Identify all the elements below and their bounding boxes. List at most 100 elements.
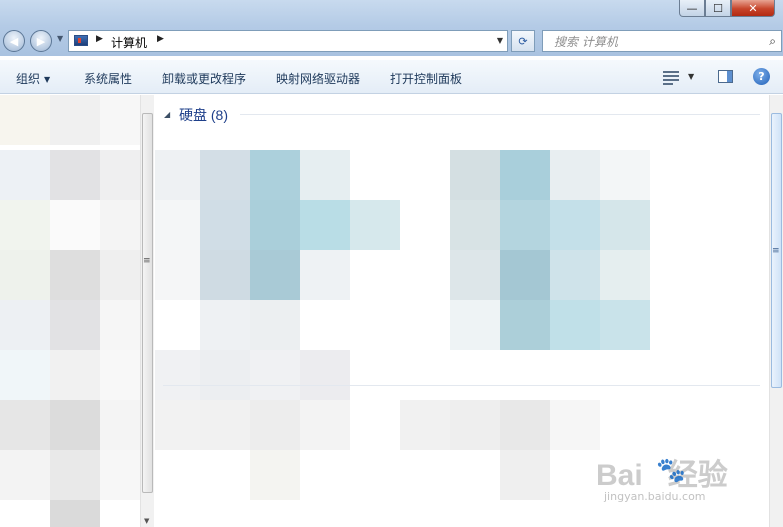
drive-item-blurred[interactable] bbox=[200, 200, 250, 250]
search-box[interactable]: ⌕ bbox=[542, 30, 782, 52]
device-item-blurred[interactable] bbox=[250, 450, 300, 500]
device-item-blurred[interactable] bbox=[500, 450, 550, 500]
device-item-blurred[interactable] bbox=[300, 400, 350, 450]
drive-item-blurred[interactable] bbox=[550, 150, 600, 200]
nav-item-blurred[interactable] bbox=[0, 95, 50, 145]
device-item-blurred[interactable] bbox=[400, 400, 450, 450]
address-bar[interactable]: ▶ 计算机 ▶ ▼ bbox=[68, 30, 508, 52]
drive-item-blurred[interactable] bbox=[500, 300, 550, 350]
search-input[interactable] bbox=[552, 32, 756, 52]
drive-item-blurred[interactable] bbox=[200, 150, 250, 200]
drive-item-blurred[interactable] bbox=[300, 200, 350, 250]
nav-scrollbar-thumb[interactable] bbox=[142, 113, 153, 493]
nav-item-blurred[interactable] bbox=[100, 400, 140, 450]
preview-pane-icon[interactable] bbox=[718, 70, 733, 83]
drive-item-blurred[interactable] bbox=[200, 250, 250, 300]
change-view-icon[interactable] bbox=[663, 70, 679, 85]
nav-item-blurred[interactable] bbox=[50, 250, 100, 300]
nav-item-blurred[interactable] bbox=[0, 350, 50, 400]
device-item-blurred[interactable] bbox=[200, 400, 250, 450]
nav-item-blurred[interactable] bbox=[0, 250, 50, 300]
nav-item-blurred[interactable] bbox=[100, 95, 140, 145]
minimize-button[interactable]: — bbox=[679, 0, 705, 17]
scroll-grip-icon: ≡ bbox=[143, 256, 151, 266]
nav-item-blurred[interactable] bbox=[100, 250, 140, 300]
nav-item-blurred[interactable] bbox=[50, 400, 100, 450]
drive-item-blurred[interactable] bbox=[155, 350, 205, 400]
drive-item-blurred[interactable] bbox=[200, 350, 250, 400]
view-options-dropdown-icon[interactable]: ▼ bbox=[688, 72, 694, 81]
breadcrumb-arrow-icon[interactable]: ▶ bbox=[96, 34, 103, 44]
nav-item-blurred[interactable] bbox=[50, 200, 100, 250]
group-header-hard-disks[interactable]: 硬盘 (8) bbox=[179, 105, 228, 125]
drive-item-blurred[interactable] bbox=[600, 200, 650, 250]
drive-item-blurred[interactable] bbox=[250, 300, 300, 350]
open-control-panel-button[interactable]: 打开控制面板 bbox=[390, 70, 462, 87]
drive-item-blurred[interactable] bbox=[500, 250, 550, 300]
drive-item-blurred[interactable] bbox=[155, 250, 205, 300]
scroll-down-arrow-icon[interactable]: ▼ bbox=[144, 517, 149, 525]
drive-item-blurred[interactable] bbox=[155, 150, 205, 200]
collapse-group-icon[interactable]: ◢ bbox=[164, 110, 170, 119]
nav-item-blurred[interactable] bbox=[100, 200, 140, 250]
drive-item-blurred[interactable] bbox=[250, 150, 300, 200]
device-item-blurred[interactable] bbox=[450, 400, 500, 450]
drive-item-blurred[interactable] bbox=[250, 250, 300, 300]
drive-item-blurred[interactable] bbox=[600, 150, 650, 200]
nav-item-blurred[interactable] bbox=[100, 300, 140, 350]
recent-pages-dropdown-icon[interactable]: ▼ bbox=[57, 34, 63, 43]
drive-item-blurred[interactable] bbox=[500, 200, 550, 250]
help-icon[interactable]: ? bbox=[753, 68, 770, 85]
nav-item-blurred[interactable] bbox=[0, 200, 50, 250]
drive-item-blurred[interactable] bbox=[600, 250, 650, 300]
drive-item-blurred[interactable] bbox=[450, 150, 500, 200]
drive-item-blurred[interactable] bbox=[550, 250, 600, 300]
forward-button[interactable]: ▶ bbox=[30, 30, 52, 52]
nav-item-blurred[interactable] bbox=[0, 150, 50, 200]
drive-item-blurred[interactable] bbox=[300, 150, 350, 200]
device-item-blurred[interactable] bbox=[155, 400, 205, 450]
back-button[interactable]: ◀ bbox=[3, 30, 25, 52]
breadcrumb-computer[interactable]: 计算机 bbox=[111, 34, 147, 51]
drive-item-blurred[interactable] bbox=[600, 300, 650, 350]
drive-item-blurred[interactable] bbox=[155, 200, 205, 250]
search-icon[interactable]: ⌕ bbox=[769, 34, 776, 49]
address-history-dropdown-icon[interactable]: ▼ bbox=[497, 36, 503, 45]
breadcrumb-arrow-icon[interactable]: ▶ bbox=[157, 34, 164, 44]
close-button[interactable]: ✕ bbox=[731, 0, 775, 17]
nav-item-blurred[interactable] bbox=[0, 300, 50, 350]
nav-item-blurred[interactable] bbox=[0, 400, 50, 450]
device-item-blurred[interactable] bbox=[550, 400, 600, 450]
nav-item-blurred[interactable] bbox=[100, 350, 140, 400]
drive-item-blurred[interactable] bbox=[550, 200, 600, 250]
refresh-button[interactable]: ⟳ bbox=[511, 30, 535, 52]
nav-item-blurred[interactable] bbox=[0, 450, 50, 500]
drive-item-blurred[interactable] bbox=[450, 250, 500, 300]
system-properties-button[interactable]: 系统属性 bbox=[84, 70, 132, 87]
nav-item-blurred[interactable] bbox=[100, 150, 140, 200]
drive-item-blurred[interactable] bbox=[350, 200, 400, 250]
nav-scrollbar[interactable]: ≡ ▼ bbox=[140, 95, 154, 527]
drive-item-blurred[interactable] bbox=[250, 200, 300, 250]
nav-item-blurred[interactable] bbox=[50, 95, 100, 145]
nav-item-blurred[interactable] bbox=[100, 450, 140, 500]
drive-item-blurred[interactable] bbox=[500, 150, 550, 200]
drive-item-blurred[interactable] bbox=[550, 300, 600, 350]
drive-item-blurred[interactable] bbox=[450, 300, 500, 350]
nav-item-blurred[interactable] bbox=[50, 500, 100, 527]
drive-item-blurred[interactable] bbox=[250, 350, 300, 400]
uninstall-program-button[interactable]: 卸载或更改程序 bbox=[162, 70, 246, 87]
nav-item-blurred[interactable] bbox=[50, 300, 100, 350]
nav-item-blurred[interactable] bbox=[50, 150, 100, 200]
drive-item-blurred[interactable] bbox=[300, 250, 350, 300]
device-item-blurred[interactable] bbox=[250, 400, 300, 450]
device-item-blurred[interactable] bbox=[500, 400, 550, 450]
nav-item-blurred[interactable] bbox=[50, 350, 100, 400]
drive-item-blurred[interactable] bbox=[200, 300, 250, 350]
drive-item-blurred[interactable] bbox=[300, 350, 350, 400]
organize-menu[interactable]: 组织 ▼ bbox=[16, 70, 50, 87]
drive-item-blurred[interactable] bbox=[450, 200, 500, 250]
maximize-button[interactable]: ☐ bbox=[705, 0, 731, 17]
map-network-drive-button[interactable]: 映射网络驱动器 bbox=[276, 70, 360, 87]
nav-item-blurred[interactable] bbox=[50, 450, 100, 500]
